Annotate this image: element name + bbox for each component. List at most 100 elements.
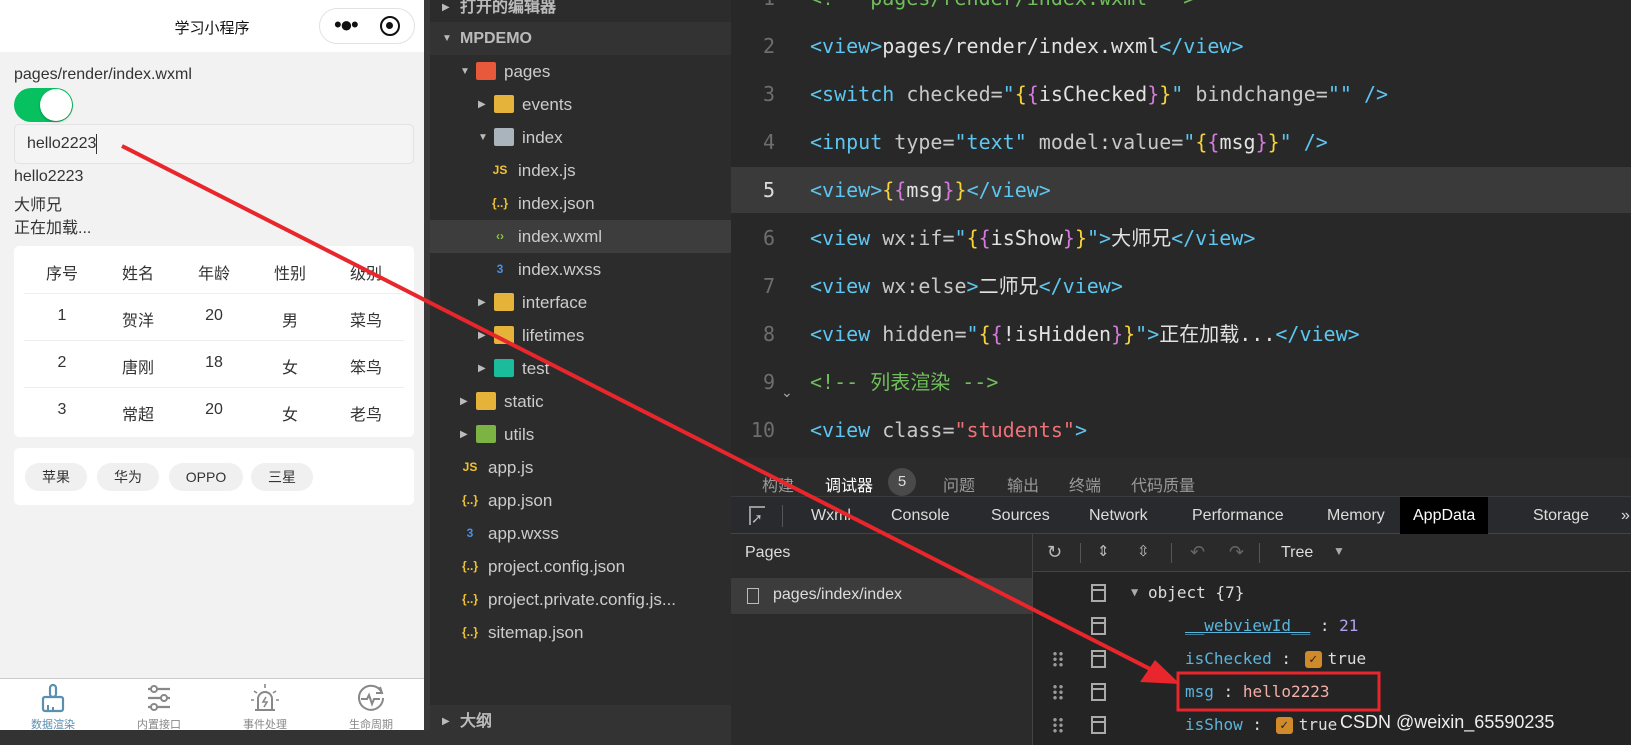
- devtools-tab-wxml[interactable]: Wxml: [811, 497, 851, 534]
- panel-tab[interactable]: 终端: [1069, 472, 1101, 496]
- code-line[interactable]: 2 <view>pages/render/index.wxml</view>: [731, 23, 1631, 69]
- code-line[interactable]: 4 <input type="text" model:value="{{msg}}…: [731, 119, 1631, 165]
- tree-row[interactable]: msg : hello2223: [1033, 675, 1631, 708]
- explorer-item[interactable]: ▶ interface: [430, 286, 731, 319]
- devtools-tab-appdata[interactable]: AppData: [1400, 497, 1489, 534]
- grid-icon[interactable]: [1091, 584, 1106, 602]
- refresh-icon[interactable]: ↻: [1047, 542, 1062, 563]
- devtools-tab-memory[interactable]: Memory: [1327, 497, 1385, 534]
- tag-item[interactable]: OPPO: [169, 463, 243, 491]
- tab-sliders[interactable]: 内置接口: [106, 679, 212, 730]
- code-line[interactable]: 8 <view hidden="{{!isHidden}}">正在加载...</v…: [731, 311, 1631, 357]
- more-tabs-button[interactable]: »: [1621, 497, 1630, 534]
- checkbox-icon[interactable]: ✓: [1304, 651, 1322, 668]
- collapse-arrow-icon[interactable]: ▼: [1131, 576, 1138, 609]
- panel-tab[interactable]: 代码质量: [1131, 472, 1195, 496]
- explorer-item[interactable]: JS app.js: [430, 451, 731, 484]
- devtools-tab-performance[interactable]: Performance: [1192, 497, 1284, 534]
- explorer-item[interactable]: {..} index.json: [430, 187, 731, 220]
- code-line[interactable]: 5 <view>{{msg}}</view>: [731, 167, 1631, 213]
- view-mode-select[interactable]: Tree: [1281, 544, 1313, 562]
- tab-brush[interactable]: 数据渲染: [0, 679, 106, 730]
- explorer-item[interactable]: ▼ pages: [430, 55, 731, 88]
- explorer-item[interactable]: ▶ lifetimes: [430, 319, 731, 352]
- code-line[interactable]: 9 <!-- 列表渲染 -->: [731, 359, 1631, 405]
- heartbeat-cycle-icon: [358, 684, 384, 711]
- line-number: 1: [731, 0, 775, 21]
- drag-handle-icon[interactable]: [1052, 717, 1064, 733]
- tree-row[interactable]: isChecked : ✓ true: [1033, 642, 1631, 675]
- tab-label: 生命周期: [349, 719, 393, 730]
- devtools-tab-storage[interactable]: Storage: [1533, 497, 1589, 534]
- collapse-all-icon[interactable]: ⇳: [1137, 542, 1150, 560]
- brush-icon: [41, 683, 65, 713]
- open-editors-section[interactable]: ▶ 打开的编辑器: [430, 0, 731, 24]
- more-icon[interactable]: •●•: [334, 14, 359, 36]
- tree-row[interactable]: ▼ object {7}: [1033, 576, 1631, 609]
- line-number: 4: [762, 130, 775, 154]
- explorer-item[interactable]: JS index.js: [430, 154, 731, 187]
- explorer-item[interactable]: {..} project.config.json: [430, 550, 731, 583]
- panel-tab[interactable]: 输出: [1007, 472, 1039, 496]
- explorer-item[interactable]: {..} sitemap.json: [430, 616, 731, 649]
- code-line[interactable]: 3 <switch checked="{{isChecked}}" bindcha…: [731, 71, 1631, 117]
- explorer-item[interactable]: ‹› index.wxml: [430, 220, 731, 253]
- msg-input[interactable]: hello2223: [14, 124, 414, 164]
- code-token: pages/render/index.wxml: [882, 34, 1160, 58]
- redo-icon[interactable]: ↷: [1229, 542, 1244, 563]
- code-token: </view>: [966, 178, 1051, 202]
- drag-handle-icon[interactable]: [1052, 651, 1064, 667]
- fold-chevron-icon[interactable]: ⌄: [781, 384, 793, 401]
- table-cell: 男: [281, 313, 298, 330]
- code-token: model:value=: [1026, 130, 1184, 154]
- tree-row[interactable]: __webviewId__ : 21: [1033, 609, 1631, 642]
- grid-icon[interactable]: [1091, 716, 1106, 734]
- grid-icon[interactable]: [1091, 650, 1106, 668]
- explorer-item[interactable]: ▶ utils: [430, 418, 731, 451]
- explorer-item[interactable]: 3 index.wxss: [430, 253, 731, 286]
- explorer-item[interactable]: {..} project.private.config.js...: [430, 583, 731, 616]
- devtools-tab-console[interactable]: Console: [891, 497, 950, 534]
- tag-item[interactable]: 苹果: [25, 463, 87, 491]
- tab-alarm[interactable]: 事件处理: [212, 679, 318, 730]
- grid-icon[interactable]: [1091, 617, 1106, 635]
- code-line[interactable]: 7 <view wx:else>二师兄</view>: [731, 263, 1631, 309]
- explorer-item[interactable]: ▼ index: [430, 121, 731, 154]
- undo-icon[interactable]: ↶: [1190, 542, 1205, 563]
- code-token: msg: [1219, 130, 1256, 154]
- code-line[interactable]: 6 <view wx:if="{{isShow}}">大师兄</view>: [731, 215, 1631, 261]
- tree-value[interactable]: hello2223: [1243, 682, 1330, 701]
- table-cell: 贺洋: [121, 313, 154, 330]
- explorer-item[interactable]: ▶ events: [430, 88, 731, 121]
- page-item[interactable]: pages/index/index: [731, 578, 1032, 614]
- explorer-item[interactable]: ▶ test: [430, 352, 731, 385]
- table-cell: 年龄: [197, 266, 230, 283]
- tab-heartbeat-cycle[interactable]: 生命周期: [318, 679, 424, 730]
- code-token: checked=: [894, 82, 1003, 106]
- panel-tab[interactable]: 构建: [762, 472, 794, 496]
- folder-static-icon: [476, 392, 496, 410]
- folder-test-icon: [494, 359, 514, 377]
- tag-item[interactable]: 三星: [251, 463, 313, 491]
- explorer-item[interactable]: 3 app.wxss: [430, 517, 731, 550]
- checked-switch[interactable]: [14, 88, 73, 122]
- panel-tab[interactable]: 问题: [943, 472, 975, 496]
- code-token: class=: [870, 418, 955, 442]
- chevron-down-icon[interactable]: ▼: [1333, 544, 1345, 558]
- checkbox-icon[interactable]: ✓: [1275, 717, 1293, 734]
- expand-all-icon[interactable]: ⇕: [1097, 542, 1110, 560]
- code-token: }: [1267, 130, 1280, 154]
- project-section[interactable]: ▼ MPDEMO: [430, 22, 731, 55]
- explorer-item[interactable]: {..} app.json: [430, 484, 731, 517]
- devtools-tab-sources[interactable]: Sources: [991, 497, 1050, 534]
- devtools-tab-network[interactable]: Network: [1089, 497, 1148, 534]
- explorer-item[interactable]: ▶ static: [430, 385, 731, 418]
- grid-icon[interactable]: [1091, 683, 1106, 701]
- drag-handle-icon[interactable]: [1052, 684, 1064, 700]
- tag-item[interactable]: 华为: [97, 463, 159, 491]
- code-line[interactable]: 1 <!-- pages/render/index.wxml -->: [731, 0, 1631, 21]
- code-line[interactable]: 10 <view class="students">: [731, 407, 1631, 453]
- code-token: 二师兄: [978, 274, 1039, 298]
- close-mini-program-icon[interactable]: [380, 16, 400, 36]
- code-editor[interactable]: 1<!-- pages/render/index.wxml -->2<view>…: [731, 0, 1631, 458]
